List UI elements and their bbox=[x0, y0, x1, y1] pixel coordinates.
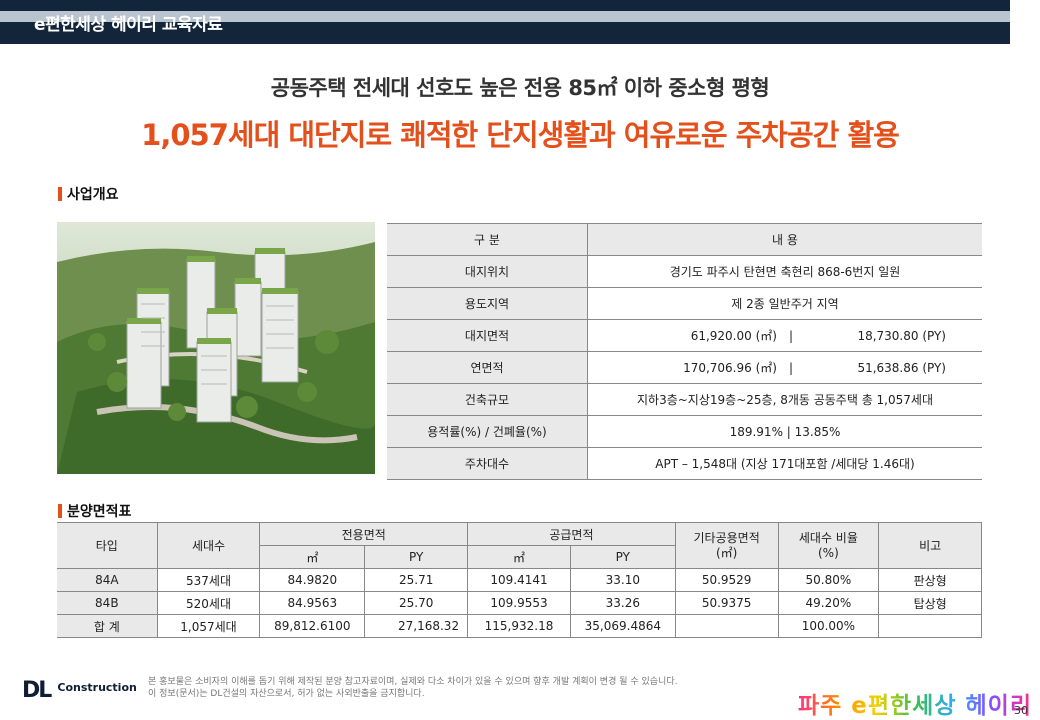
complex-aerial-image bbox=[57, 222, 375, 474]
site-area-sqm: 61,920.00 (㎡) bbox=[690, 329, 777, 343]
disclaimer-line-1: 본 홍보물은 소비자의 이해를 돕기 위해 제작된 분양 참고자료이며, 실제와… bbox=[148, 677, 678, 687]
separator: | bbox=[788, 329, 793, 343]
table-row: 용적률(%) / 건폐율(%) 189.91% | 13.85% bbox=[387, 415, 982, 448]
overview-header-row: 구 분 내 용 bbox=[387, 223, 982, 256]
overview-value: APT – 1,548대 (지상 171대포함 /세대당 1.46대) bbox=[587, 447, 982, 480]
table-row: 주차대수 APT – 1,548대 (지상 171대포함 /세대당 1.46대) bbox=[387, 447, 982, 480]
floor-area-sqm: 170,706.96 (㎡) bbox=[683, 361, 777, 375]
project-overview-table: 구 분 내 용 대지위치 경기도 파주시 탄현면 축현리 868-6번지 일원 … bbox=[387, 223, 982, 480]
overview-header-content: 내 용 bbox=[587, 223, 982, 256]
cell-exclusive-sqm: 89,812.6100 bbox=[259, 614, 366, 638]
overview-value-py: 18,730.80 (PY) bbox=[801, 319, 982, 352]
table-row: 용도지역 제 2종 일반주거 지역 bbox=[387, 287, 982, 320]
header-exclusive-py: PY bbox=[364, 545, 469, 569]
logo-construction-text: Construction bbox=[57, 681, 137, 694]
cell-exclusive-sqm: 84.9563 bbox=[259, 591, 366, 615]
cell-unit-ratio: 100.00% bbox=[777, 614, 880, 638]
page-subtitle: 공동주택 전세대 선호도 높은 전용 85㎡ 이하 중소형 평형 bbox=[270, 76, 770, 100]
cell-supply-sqm: 115,932.18 bbox=[467, 614, 571, 638]
overview-label: 대지면적 bbox=[387, 319, 588, 352]
complex-aerial-illustration bbox=[57, 222, 375, 474]
cell-type: 84B bbox=[57, 591, 158, 615]
cell-note: 탑상형 bbox=[878, 591, 982, 615]
header-title: e편한세상 헤이리 교육자료 bbox=[34, 15, 223, 35]
cell-total-label: 합 계 bbox=[57, 614, 158, 638]
overview-value: 189.91% | 13.85% bbox=[587, 415, 982, 448]
cell-common-area: 50.9529 bbox=[674, 568, 779, 592]
table-row: 84B 520세대 84.9563 25.70 109.9553 33.26 5… bbox=[57, 591, 982, 615]
section-label: 분양면적표 bbox=[67, 504, 132, 520]
header-supply-area: 공급면적 bbox=[467, 522, 676, 546]
overview-value-py: 51,638.86 (PY) bbox=[801, 351, 982, 384]
section-title-areas: 분양면적표 bbox=[58, 501, 131, 521]
disclaimer: 본 홍보물은 소비자의 이해를 돕기 위해 제작된 분양 참고자료이며, 실제와… bbox=[148, 676, 677, 700]
header-common-area: 기타공용면적 (㎡) bbox=[674, 522, 779, 569]
cell-note bbox=[878, 614, 982, 638]
overview-value-sqm: 170,706.96 (㎡) | bbox=[587, 351, 801, 384]
cell-common-area: 50.9375 bbox=[674, 591, 779, 615]
page-headline: 1,057세대 대단지로 쾌적한 단지생활과 여유로운 주차공간 활용 bbox=[141, 118, 900, 152]
section-label: 사업개요 bbox=[67, 187, 119, 203]
header-note: 비고 bbox=[878, 522, 982, 569]
overview-label: 건축규모 bbox=[387, 383, 588, 416]
overview-value: 제 2종 일반주거 지역 bbox=[587, 287, 982, 320]
cell-exclusive-py: 25.71 bbox=[364, 568, 469, 592]
table-row: 대지위치 경기도 파주시 탄현면 축현리 868-6번지 일원 bbox=[387, 255, 982, 288]
brand-text: 파주 e편한세상 헤이리 bbox=[798, 686, 1032, 720]
sale-area-table: 타입 세대수 전용면적 공급면적 기타공용면적 (㎡) 세대수 비율 (%) 비… bbox=[57, 522, 982, 638]
header-supply-py: PY bbox=[569, 545, 676, 569]
cell-supply-sqm: 109.9553 bbox=[467, 591, 571, 615]
cell-units: 520세대 bbox=[156, 591, 261, 615]
header-unit-ratio: 세대수 비율 (%) bbox=[777, 522, 880, 569]
disclaimer-line-2: 이 정보(문서)는 DL건설의 자산으로서, 허가 없는 사외반출을 금지합니다… bbox=[148, 689, 425, 699]
cell-supply-py: 33.10 bbox=[569, 568, 676, 592]
overview-label: 주차대수 bbox=[387, 447, 588, 480]
page-number: 30 bbox=[1014, 704, 1028, 717]
cell-units: 537세대 bbox=[156, 568, 261, 592]
header-exclusive-area: 전용면적 bbox=[259, 522, 469, 546]
overview-value: 경기도 파주시 탄현면 축현리 868-6번지 일원 bbox=[587, 255, 982, 288]
cell-supply-py: 33.26 bbox=[569, 591, 676, 615]
overview-label: 용도지역 bbox=[387, 287, 588, 320]
table-row: 건축규모 지하3층~지상19층~25층, 8개동 공동주택 총 1,057세대 bbox=[387, 383, 982, 416]
cell-units: 1,057세대 bbox=[156, 614, 261, 638]
header-bar: e편한세상 헤이리 교육자료 bbox=[0, 0, 1010, 44]
overview-value-sqm: 61,920.00 (㎡) | bbox=[587, 319, 801, 352]
cell-exclusive-py: 25.70 bbox=[364, 591, 469, 615]
overview-label: 용적률(%) / 건폐율(%) bbox=[387, 415, 588, 448]
dl-construction-logo: DL Construction bbox=[22, 678, 137, 703]
cell-type: 84A bbox=[57, 568, 158, 592]
cell-unit-ratio: 50.80% bbox=[777, 568, 880, 592]
logo-dl-mark: DL bbox=[22, 678, 52, 703]
table-row: 연면적 170,706.96 (㎡) | 51,638.86 (PY) bbox=[387, 351, 982, 384]
header-supply-sqm: ㎡ bbox=[467, 545, 571, 569]
overview-label: 연면적 bbox=[387, 351, 588, 384]
brand-label: 파주 e편한세상 헤이리 bbox=[797, 693, 1032, 719]
table-row: 대지면적 61,920.00 (㎡) | 18,730.80 (PY) bbox=[387, 319, 982, 352]
cell-note: 판상형 bbox=[878, 568, 982, 592]
overview-header-category: 구 분 bbox=[387, 223, 588, 256]
table-row-total: 합 계 1,057세대 89,812.6100 27,168.32 115,93… bbox=[57, 614, 982, 638]
cell-common-area bbox=[674, 614, 779, 638]
cell-supply-sqm: 109.4141 bbox=[467, 568, 571, 592]
cell-unit-ratio: 49.20% bbox=[777, 591, 880, 615]
areas-header-row: 타입 세대수 전용면적 공급면적 기타공용면적 (㎡) 세대수 비율 (%) 비… bbox=[57, 522, 982, 569]
section-marker bbox=[58, 504, 62, 518]
section-marker bbox=[58, 187, 62, 201]
header-units: 세대수 bbox=[156, 522, 261, 569]
header-type: 타입 bbox=[57, 522, 158, 569]
section-title-overview: 사업개요 bbox=[58, 184, 119, 204]
table-row: 84A 537세대 84.9820 25.71 109.4141 33.10 5… bbox=[57, 568, 982, 592]
cell-exclusive-py: 27,168.32 bbox=[364, 614, 469, 638]
cell-exclusive-sqm: 84.9820 bbox=[259, 568, 366, 592]
overview-value: 지하3층~지상19층~25층, 8개동 공동주택 총 1,057세대 bbox=[587, 383, 982, 416]
separator: | bbox=[788, 361, 793, 375]
header-exclusive-sqm: ㎡ bbox=[259, 545, 366, 569]
overview-label: 대지위치 bbox=[387, 255, 588, 288]
cell-supply-py: 35,069.4864 bbox=[569, 614, 676, 638]
